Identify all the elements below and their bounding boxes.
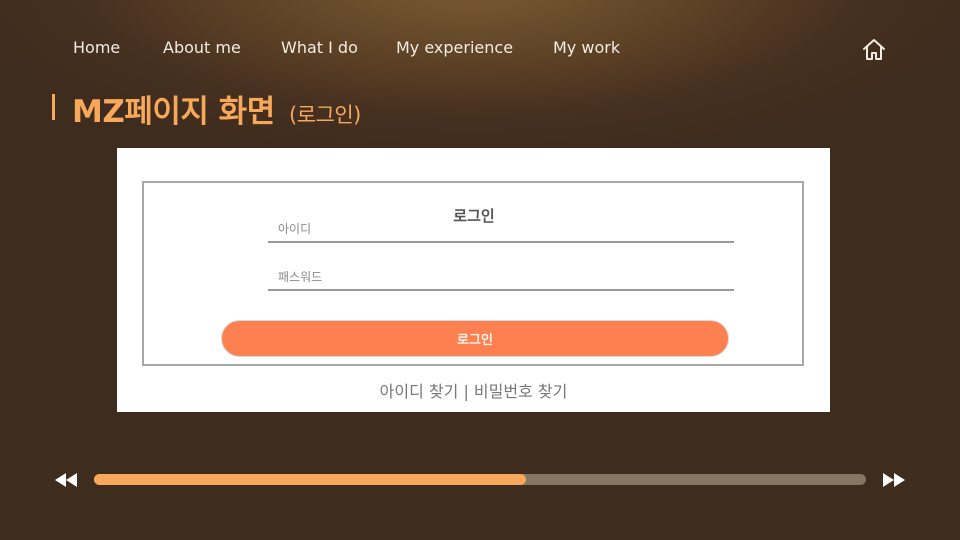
fast-forward-icon[interactable] (882, 472, 906, 488)
login-button[interactable]: 로그인 (221, 320, 729, 357)
progress-track[interactable] (94, 474, 866, 485)
password-input[interactable] (268, 265, 734, 291)
page-title-main: MZ페이지 화면 (72, 94, 275, 130)
account-links: 아이디 찾기 | 비밀번호 찾기 (117, 378, 830, 402)
find-id-link[interactable]: 아이디 찾기 (380, 382, 459, 401)
nav-my-experience[interactable]: My experience (396, 38, 513, 57)
page-title: MZ페이지 화면 (로그인) (72, 86, 361, 131)
nav-about-me[interactable]: About me (163, 38, 241, 57)
nav-my-work[interactable]: My work (553, 38, 620, 57)
nav-what-i-do[interactable]: What I do (281, 38, 358, 57)
rewind-icon[interactable] (54, 472, 78, 488)
slide-progress-controls (0, 466, 960, 494)
find-password-link[interactable]: 비밀번호 찾기 (474, 382, 567, 401)
nav-home[interactable]: Home (73, 38, 120, 57)
progress-fill (94, 474, 527, 485)
page-subtitle: (로그인) (289, 103, 361, 127)
top-nav: Home About me What I do My experience My… (0, 38, 960, 64)
id-input[interactable] (268, 217, 734, 243)
login-screenshot-card: 로그인 로그인 아이디 찾기 | 비밀번호 찾기 (117, 148, 830, 412)
home-icon[interactable] (860, 36, 888, 64)
title-accent-bar (52, 94, 55, 120)
link-separator: | (463, 382, 469, 401)
